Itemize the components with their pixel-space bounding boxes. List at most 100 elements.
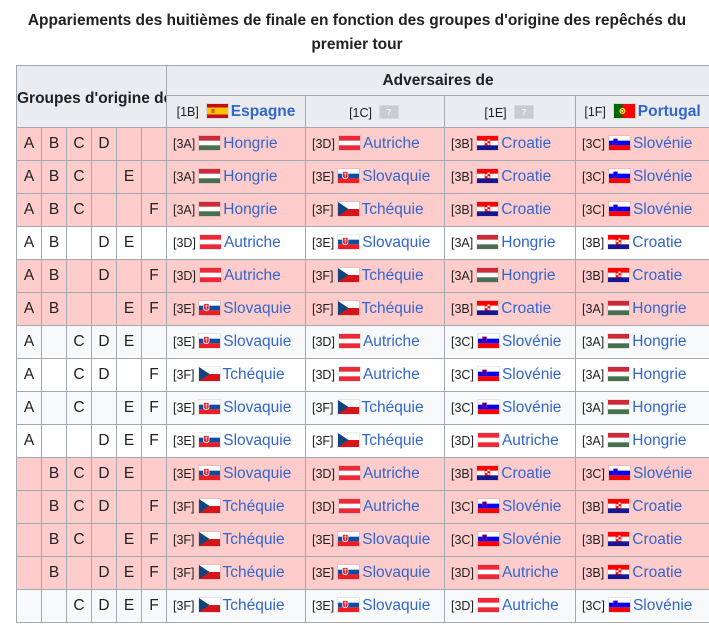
team-link[interactable]: Autriche	[224, 234, 281, 251]
team-link[interactable]: Slovaquie	[223, 399, 291, 416]
team-link[interactable]: Croatie	[632, 531, 682, 548]
match-cell: [3A] Hongrie	[574, 424, 709, 458]
table-row: A C D E [3E] Slovaquie [3D] Autriche [3C] Slové…	[16, 325, 709, 359]
team-link[interactable]: Slovénie	[633, 597, 692, 614]
match-cell: [3D] Autriche	[305, 325, 445, 359]
team-link[interactable]: Croatie	[632, 498, 682, 515]
match-code: [3D]	[312, 500, 335, 514]
team-link[interactable]: Autriche	[502, 597, 559, 614]
team-link[interactable]: Croatie	[501, 168, 551, 185]
match-code: [3F]	[312, 203, 334, 217]
team-link[interactable]: Tchéquie	[362, 300, 424, 317]
team-link[interactable]: Autriche	[224, 267, 281, 284]
match-cell: [3F] Tchéquie	[305, 193, 445, 227]
team-link[interactable]: Slovénie	[502, 399, 561, 416]
autriche-flag-icon	[477, 565, 499, 579]
team-link[interactable]: Tchéquie	[362, 432, 424, 449]
team-link[interactable]: Hongrie	[223, 135, 277, 152]
team-link[interactable]: Tchéquie	[362, 267, 424, 284]
team-link[interactable]: Croatie	[501, 465, 551, 482]
team-link[interactable]: Tchéquie	[223, 597, 285, 614]
group-cell: A	[16, 325, 42, 359]
team-link[interactable]: Slovénie	[502, 366, 561, 383]
team-link[interactable]: Croatie	[501, 135, 551, 152]
team-link[interactable]: Hongrie	[632, 300, 686, 317]
team-link[interactable]: Slovaquie	[362, 531, 430, 548]
team-link[interactable]: Slovaquie	[362, 597, 430, 614]
team-link[interactable]: Slovénie	[633, 168, 692, 185]
team-link[interactable]: Slovaquie	[223, 465, 291, 482]
team-link[interactable]: Autriche	[363, 135, 420, 152]
team-link[interactable]: Autriche	[502, 432, 559, 449]
team-link[interactable]: Tchéquie	[223, 531, 285, 548]
team-link[interactable]: Slovaquie	[223, 333, 291, 350]
team-link[interactable]: Slovénie	[633, 465, 692, 482]
group-cell	[41, 424, 67, 458]
team-link[interactable]: Tchéquie	[362, 399, 424, 416]
team-link[interactable]: Croatie	[501, 201, 551, 218]
team-link[interactable]: Autriche	[363, 333, 420, 350]
team-link[interactable]: Slovénie	[502, 498, 561, 515]
autriche-flag-icon	[477, 598, 499, 612]
team-link[interactable]: Slovaquie	[223, 432, 291, 449]
group-cell: C	[66, 325, 92, 359]
group-cell: F	[141, 358, 167, 392]
column-team-link[interactable]: Espagne	[231, 103, 296, 120]
column-code: [1C]	[349, 105, 373, 120]
group-cell: E	[116, 325, 142, 359]
team-link[interactable]: Hongrie	[632, 366, 686, 383]
team-link[interactable]: Croatie	[632, 564, 682, 581]
column-team-link[interactable]: Portugal	[638, 103, 701, 120]
team-link[interactable]: Slovénie	[502, 531, 561, 548]
hongrie-flag-icon	[199, 202, 221, 216]
team-link[interactable]: Autriche	[363, 465, 420, 482]
team-link[interactable]: Slovaquie	[362, 234, 430, 251]
opponent-column-header: [1C] ?	[305, 95, 445, 128]
team-link[interactable]: Slovénie	[633, 135, 692, 152]
team-link[interactable]: Croatie	[632, 267, 682, 284]
match-code: [3C]	[451, 533, 474, 547]
match-code: [3D]	[173, 236, 196, 250]
team-link[interactable]: Slovénie	[502, 333, 561, 350]
croatie-flag-icon	[608, 235, 630, 249]
team-link[interactable]: Hongrie	[632, 333, 686, 350]
team-link[interactable]: Tchéquie	[223, 564, 285, 581]
team-link[interactable]: Hongrie	[223, 201, 277, 218]
match-cell: [3E] Slovaquie	[166, 325, 306, 359]
group-cell: A	[16, 127, 42, 161]
group-cell: B	[41, 259, 67, 293]
match-cell: [3E] Slovaquie	[166, 457, 306, 491]
group-cell	[141, 127, 167, 161]
team-link[interactable]: Hongrie	[632, 432, 686, 449]
team-link[interactable]: Hongrie	[501, 267, 555, 284]
team-link[interactable]: Autriche	[502, 564, 559, 581]
group-cell	[66, 424, 92, 458]
team-link[interactable]: Croatie	[501, 300, 551, 317]
slovenie-flag-icon	[608, 202, 630, 216]
team-link[interactable]: Hongrie	[223, 168, 277, 185]
group-cell	[116, 358, 142, 392]
team-link[interactable]: Slovénie	[633, 201, 692, 218]
slovenie-flag-icon	[608, 169, 630, 183]
team-link[interactable]: Autriche	[363, 366, 420, 383]
team-link[interactable]: Tchéquie	[223, 498, 285, 515]
match-cell: [3E] Slovaquie	[305, 226, 445, 260]
group-cell: B	[41, 556, 67, 590]
group-cell	[66, 226, 92, 260]
team-link[interactable]: Tchéquie	[223, 366, 285, 383]
autriche-flag-icon	[199, 268, 221, 282]
team-link[interactable]: Slovaquie	[362, 564, 430, 581]
hongrie-flag-icon	[608, 334, 630, 348]
team-link[interactable]: Slovaquie	[223, 300, 291, 317]
team-link[interactable]: Hongrie	[501, 234, 555, 251]
group-cell: D	[91, 589, 117, 623]
team-link[interactable]: Hongrie	[632, 399, 686, 416]
autriche-flag-icon	[338, 334, 360, 348]
team-link[interactable]: Tchéquie	[362, 201, 424, 218]
team-link[interactable]: Croatie	[632, 234, 682, 251]
table-row: B C D F [3F] Tchéquie [3D] Autriche [3C] Slovéni…	[16, 490, 709, 524]
team-link[interactable]: Slovaquie	[362, 168, 430, 185]
match-code: [3F]	[312, 434, 334, 448]
slovaquie-flag-icon	[199, 433, 221, 447]
team-link[interactable]: Autriche	[363, 498, 420, 515]
